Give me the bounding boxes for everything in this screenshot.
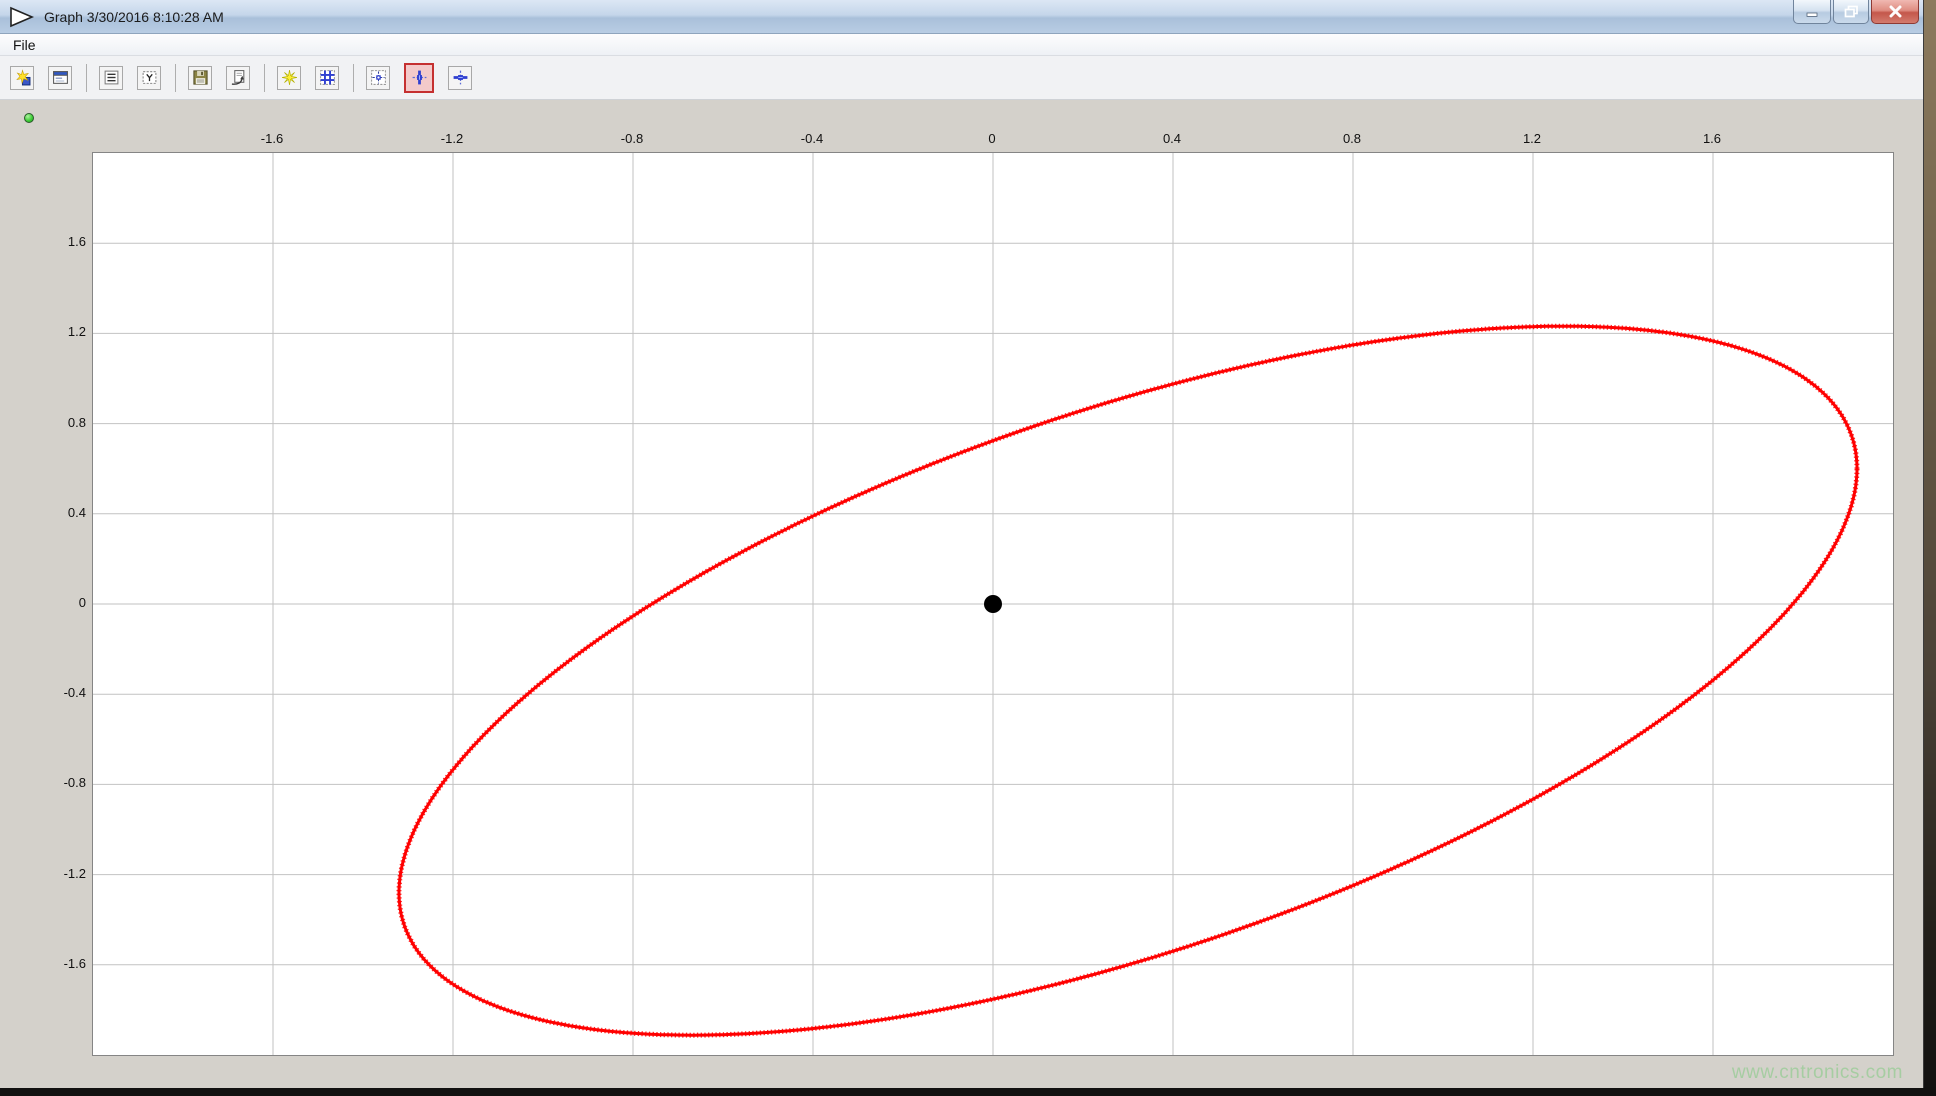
plot-area[interactable] — [92, 152, 1894, 1056]
menu-bar: File — [0, 34, 1923, 56]
x-tick-label: -0.4 — [782, 131, 842, 146]
desktop-background-bottom — [0, 1087, 1936, 1096]
y-tick-label: 1.6 — [26, 234, 86, 249]
window-title: Graph 3/30/2016 8:10:28 AM — [44, 9, 224, 25]
copy-window-button[interactable] — [48, 66, 72, 90]
restore-icon — [1844, 5, 1859, 18]
title-bar[interactable]: Graph 3/30/2016 8:10:28 AM — [0, 0, 1923, 34]
y-tick-label: -1.2 — [26, 866, 86, 881]
y-tick-label: 0.4 — [26, 505, 86, 520]
pan-cursor-button[interactable] — [366, 66, 390, 90]
grid-settings-button[interactable] — [315, 66, 339, 90]
axis-labels-icon — [141, 69, 158, 86]
front-panel: -1.6 -1.2 -0.8 -0.4 0 0.4 0.8 1.2 1.6 1.6 1.2 0.8 0… — [0, 100, 1923, 1088]
zoom-x-cursor-button[interactable] — [404, 63, 434, 93]
y-tick-label: -1.6 — [26, 956, 86, 971]
close-icon — [1888, 5, 1903, 18]
x-tick-label: -1.6 — [242, 131, 302, 146]
toolbar — [0, 56, 1923, 100]
export-image-icon — [230, 69, 247, 86]
toolbar-separator — [86, 64, 87, 92]
autoscale-icon — [281, 69, 298, 86]
y-tick-label: -0.4 — [26, 685, 86, 700]
x-tick-label: 1.6 — [1682, 131, 1742, 146]
minimize-button[interactable] — [1793, 0, 1831, 24]
copy-window-icon — [52, 69, 69, 86]
graph-window: Graph 3/30/2016 8:10:28 AM F — [0, 0, 1924, 1088]
watermark: www.cntronics.com — [1732, 1062, 1903, 1084]
pan-cursor-icon — [370, 69, 387, 86]
autoscale-button[interactable] — [277, 66, 301, 90]
toolbar-separator — [264, 64, 265, 92]
x-tick-label: -1.2 — [422, 131, 482, 146]
x-tick-label: 0.4 — [1142, 131, 1202, 146]
export-image-button[interactable] — [226, 66, 250, 90]
window-controls — [1791, 0, 1919, 26]
restore-button[interactable] — [1833, 0, 1869, 24]
save-icon — [192, 69, 209, 86]
grid-settings-icon — [319, 69, 336, 86]
status-led-icon — [24, 113, 34, 123]
x-tick-label: -0.8 — [602, 131, 662, 146]
zoom-y-cursor-icon — [452, 69, 469, 86]
x-tick-label: 1.2 — [1502, 131, 1562, 146]
list-view-icon — [103, 69, 120, 86]
save-button[interactable] — [188, 66, 212, 90]
y-tick-label: 0.8 — [26, 415, 86, 430]
axis-labels-button[interactable] — [137, 66, 161, 90]
origin-marker — [984, 595, 1002, 613]
x-tick-label: 0 — [962, 131, 1022, 146]
toolbar-separator — [353, 64, 354, 92]
y-tick-label: 1.2 — [26, 324, 86, 339]
close-button[interactable] — [1871, 0, 1919, 24]
edit-plot-button[interactable] — [10, 66, 34, 90]
x-tick-label: 0.8 — [1322, 131, 1382, 146]
y-tick-label: -0.8 — [26, 775, 86, 790]
list-view-button[interactable] — [99, 66, 123, 90]
edit-plot-icon — [14, 69, 31, 86]
zoom-y-cursor-button[interactable] — [448, 66, 472, 90]
ellipse-curve — [399, 326, 1857, 1035]
toolbar-separator — [175, 64, 176, 92]
y-tick-label: 0 — [26, 595, 86, 610]
minimize-icon — [1805, 6, 1819, 18]
zoom-x-cursor-icon — [411, 69, 428, 86]
ellipse-curve-dots — [399, 326, 1857, 1035]
menu-file[interactable]: File — [0, 34, 42, 53]
labview-run-arrow-icon — [8, 5, 36, 29]
